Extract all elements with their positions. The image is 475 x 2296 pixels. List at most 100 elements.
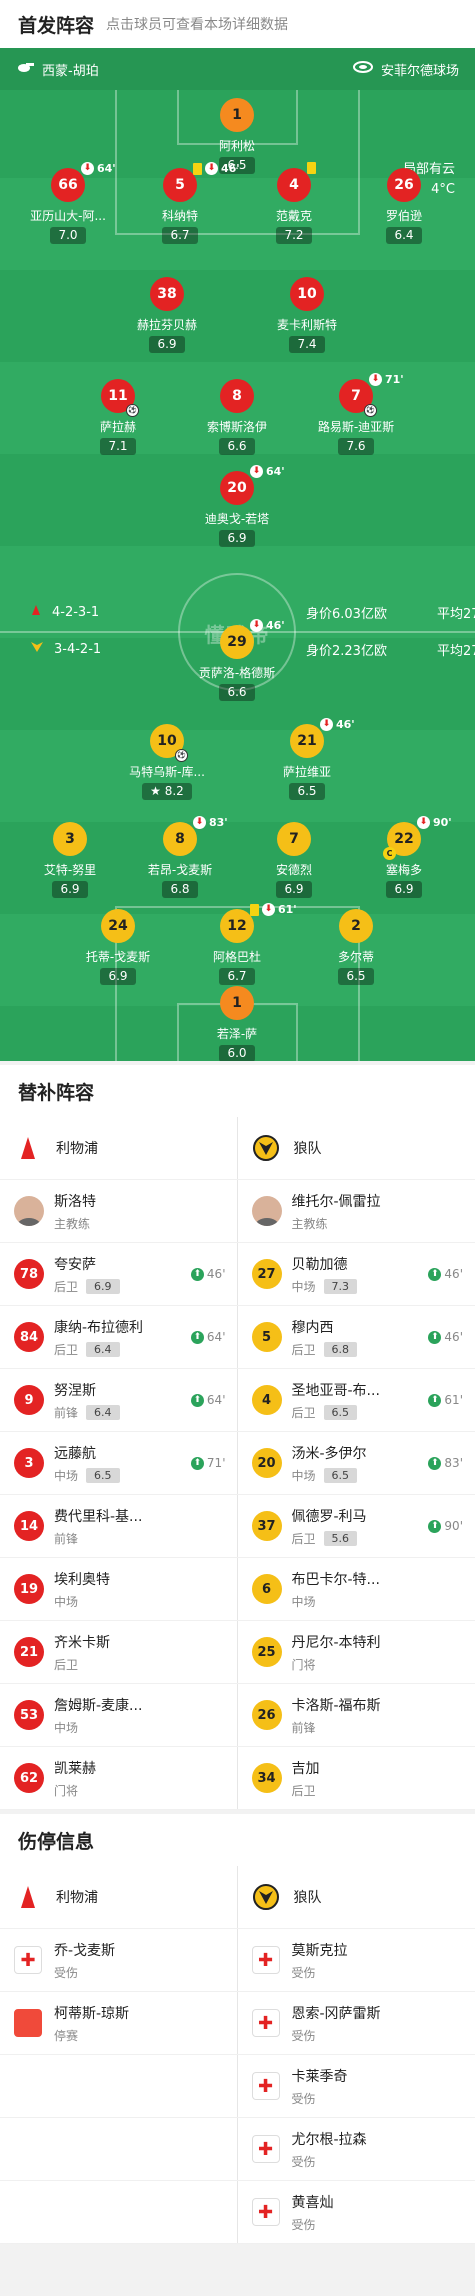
injury-status: 受伤 [291, 2154, 316, 2169]
player-name: 詹姆斯-麦康... [54, 1697, 143, 1714]
player-name: 乔-戈麦斯 [54, 1942, 116, 1959]
player-rating: 6.5 [289, 783, 325, 800]
player-marker[interactable]: 10 麦卡利斯特 7.4 [237, 277, 377, 353]
rating-value: 6.5 [346, 969, 366, 983]
sub-player[interactable]: 20 汤米-多伊尔 中场 6.5 ⬆ 83' [237, 1432, 475, 1495]
home-team-name: 利物浦 [56, 1890, 98, 1906]
position-label: 中场 [54, 1720, 79, 1735]
away-team-name: 狼队 [293, 1141, 322, 1157]
player-position: 后卫 [54, 1656, 226, 1673]
player-position: 门将 [54, 1782, 226, 1799]
player-name: 尤尔根-拉森 [291, 2131, 367, 2148]
sub-player[interactable]: 27 贝勒加德 中场 7.3 ⬆ 46' [237, 1243, 475, 1306]
sub-minute: 64' [266, 465, 285, 478]
sub-in-icon: ⬆ [428, 1519, 442, 1533]
sub-player[interactable]: 6 布巴卡尔-特... 中场 [237, 1558, 475, 1621]
player-rating: ★ 8.2 [142, 783, 192, 800]
home-coach[interactable]: 斯洛特 主教练 [0, 1180, 238, 1243]
rating-value: 6.7 [170, 228, 190, 242]
coach-name: 斯洛特 [54, 1193, 96, 1210]
sub-player[interactable]: 25 丹尼尔-本特利 门将 [237, 1621, 475, 1684]
sub-player[interactable]: 26 卡洛斯-福布斯 前锋 [237, 1684, 475, 1747]
shirt-number: 7 ⚽ ⬇ 71' [339, 373, 404, 417]
player-marker[interactable]: 21 ⬇ 46' 萨拉维亚 6.5 [237, 718, 377, 800]
player-marker[interactable]: 22 C ⬇ 90' 塞梅多 6.9 [334, 816, 474, 898]
sub-minute: 46' [206, 1267, 226, 1281]
sub-out-icon: ⬇ [81, 162, 94, 175]
player-rating: 6.4 [86, 1341, 120, 1357]
player-marker[interactable]: 20 ⬇ 64' 迪奥戈-若塔 6.9 [167, 465, 307, 547]
position-label: 后卫 [291, 1531, 316, 1546]
sub-player[interactable]: 78 夸安萨 后卫 6.9 ⬆ 46' [0, 1243, 238, 1306]
player-marker[interactable]: 29 ⬇ 46' 贡萨洛-格德斯 6.6 [167, 619, 307, 701]
stadium-name: 安菲尔德球场 [380, 63, 459, 79]
shirt-number: 24 [101, 909, 135, 943]
sub-player[interactable]: 84 康纳-布拉德利 后卫 6.4 ⬆ 64' [0, 1306, 238, 1369]
shirt-number: 3 [53, 822, 87, 856]
sub-minute: 71' [385, 373, 404, 386]
player-marker[interactable]: 38 赫拉芬贝赫 6.9 [97, 277, 237, 353]
away-value: 身价2.23亿欧 [306, 643, 387, 659]
injury-row[interactable]: 柯蒂斯-琼斯 停赛 [0, 1992, 238, 2055]
sub-info: 卡洛斯-福布斯 前锋 [292, 1695, 464, 1736]
sub-info: 费代里科-基... 前锋 [54, 1506, 226, 1547]
yellow-card-icon [307, 162, 316, 174]
player-name: 埃利奥特 [54, 1571, 110, 1588]
sub-player[interactable]: 21 齐米卡斯 后卫 [0, 1621, 238, 1684]
injury-row[interactable]: ✚ 莫斯克拉 受伤 [237, 1929, 475, 1992]
player-position: 前锋 [54, 1530, 226, 1547]
rating-value: 6.7 [227, 969, 247, 983]
shirt-number: 22 C ⬇ 90' [383, 816, 452, 860]
player-position: 后卫 5.6 [292, 1530, 429, 1547]
player-marker[interactable]: 26 罗伯逊 6.4 [334, 168, 474, 244]
player-position: 前锋 6.4 [54, 1404, 191, 1421]
player-marker[interactable]: 10 ⚽ 马特乌斯-库... ★ 8.2 [97, 724, 237, 800]
injury-row[interactable]: ✚ 乔-戈麦斯 受伤 [0, 1929, 238, 1992]
player-position: 后卫 6.9 [54, 1278, 191, 1295]
sub-player[interactable]: 34 吉加 后卫 [237, 1747, 475, 1810]
avatar [14, 1196, 44, 1226]
injury-row[interactable]: ✚ 恩索-冈萨雷斯 受伤 [237, 1992, 475, 2055]
shirt-number: 53 [14, 1700, 44, 1730]
sub-player[interactable]: 5 穆内西 后卫 6.8 ⬆ 46' [237, 1306, 475, 1369]
player-rating: 7.6 [338, 438, 374, 455]
sub-player[interactable]: 62 凯莱赫 门将 [0, 1747, 238, 1810]
injury-row[interactable]: ✚ 黄喜灿 受伤 [237, 2181, 475, 2244]
wolves-crest-icon [252, 1883, 280, 1911]
player-rating: 6.6 [219, 684, 255, 701]
player-marker[interactable]: 2 多尔蒂 6.5 [286, 909, 426, 985]
injury-row[interactable]: ✚ 卡莱季奇 受伤 [237, 2055, 475, 2118]
shirt-number: 21 [14, 1637, 44, 1667]
sub-player[interactable]: 3 远藤航 中场 6.5 ⬆ 71' [0, 1432, 238, 1495]
sub-player[interactable]: 4 圣地亚哥-布... 后卫 6.5 ⬆ 61' [237, 1369, 475, 1432]
sub-player[interactable]: 53 詹姆斯-麦康... 中场 [0, 1684, 238, 1747]
sub-player[interactable]: 37 佩德罗-利马 后卫 5.6 ⬆ 90' [237, 1495, 475, 1558]
sub-in-time: ⬆ 83' [428, 1456, 463, 1470]
away-team-row[interactable]: 狼队 [237, 1117, 475, 1180]
position-label: 中场 [54, 1594, 79, 1609]
sub-minute: 46' [444, 1330, 463, 1344]
sub-player[interactable]: 9 努涅斯 前锋 6.4 ⬆ 64' [0, 1369, 238, 1432]
sub-in-time: ⬆ 64' [190, 1393, 226, 1407]
sub-player[interactable]: 14 费代里科-基... 前锋 [0, 1495, 238, 1558]
position-label: 前锋 [54, 1405, 79, 1420]
away-team-row[interactable]: 狼队 [237, 1866, 475, 1929]
coach-role: 主教练 [291, 1216, 328, 1231]
player-marker[interactable]: 1 若泽-萨 6.0 [167, 986, 307, 1061]
player-rating: 6.9 [149, 336, 185, 353]
player-name: 丹尼尔-本特利 [291, 1634, 381, 1651]
player-name: 多尔蒂 [337, 950, 374, 964]
shirt-number: 84 [14, 1322, 44, 1352]
shirt-number: 37 [251, 1511, 282, 1541]
sub-player[interactable]: 19 埃利奥特 中场 [0, 1558, 238, 1621]
home-team-row[interactable]: 利物浦 [0, 1866, 238, 1929]
player-rating: 6.8 [323, 1341, 358, 1357]
player-name: 汤米-多伊尔 [291, 1445, 367, 1462]
rating-value: 6.9 [60, 882, 80, 896]
sub-out-icon: ⬇ [250, 619, 263, 632]
player-rating: 6.9 [86, 1278, 120, 1294]
away-coach[interactable]: 维托尔-佩雷拉 主教练 [237, 1180, 475, 1243]
player-marker[interactable]: 7 ⚽ ⬇ 71' 路易斯-迪亚斯 7.6 [286, 373, 426, 455]
injury-row[interactable]: ✚ 尤尔根-拉森 受伤 [237, 2118, 475, 2181]
home-team-row[interactable]: 利物浦 [0, 1117, 238, 1180]
